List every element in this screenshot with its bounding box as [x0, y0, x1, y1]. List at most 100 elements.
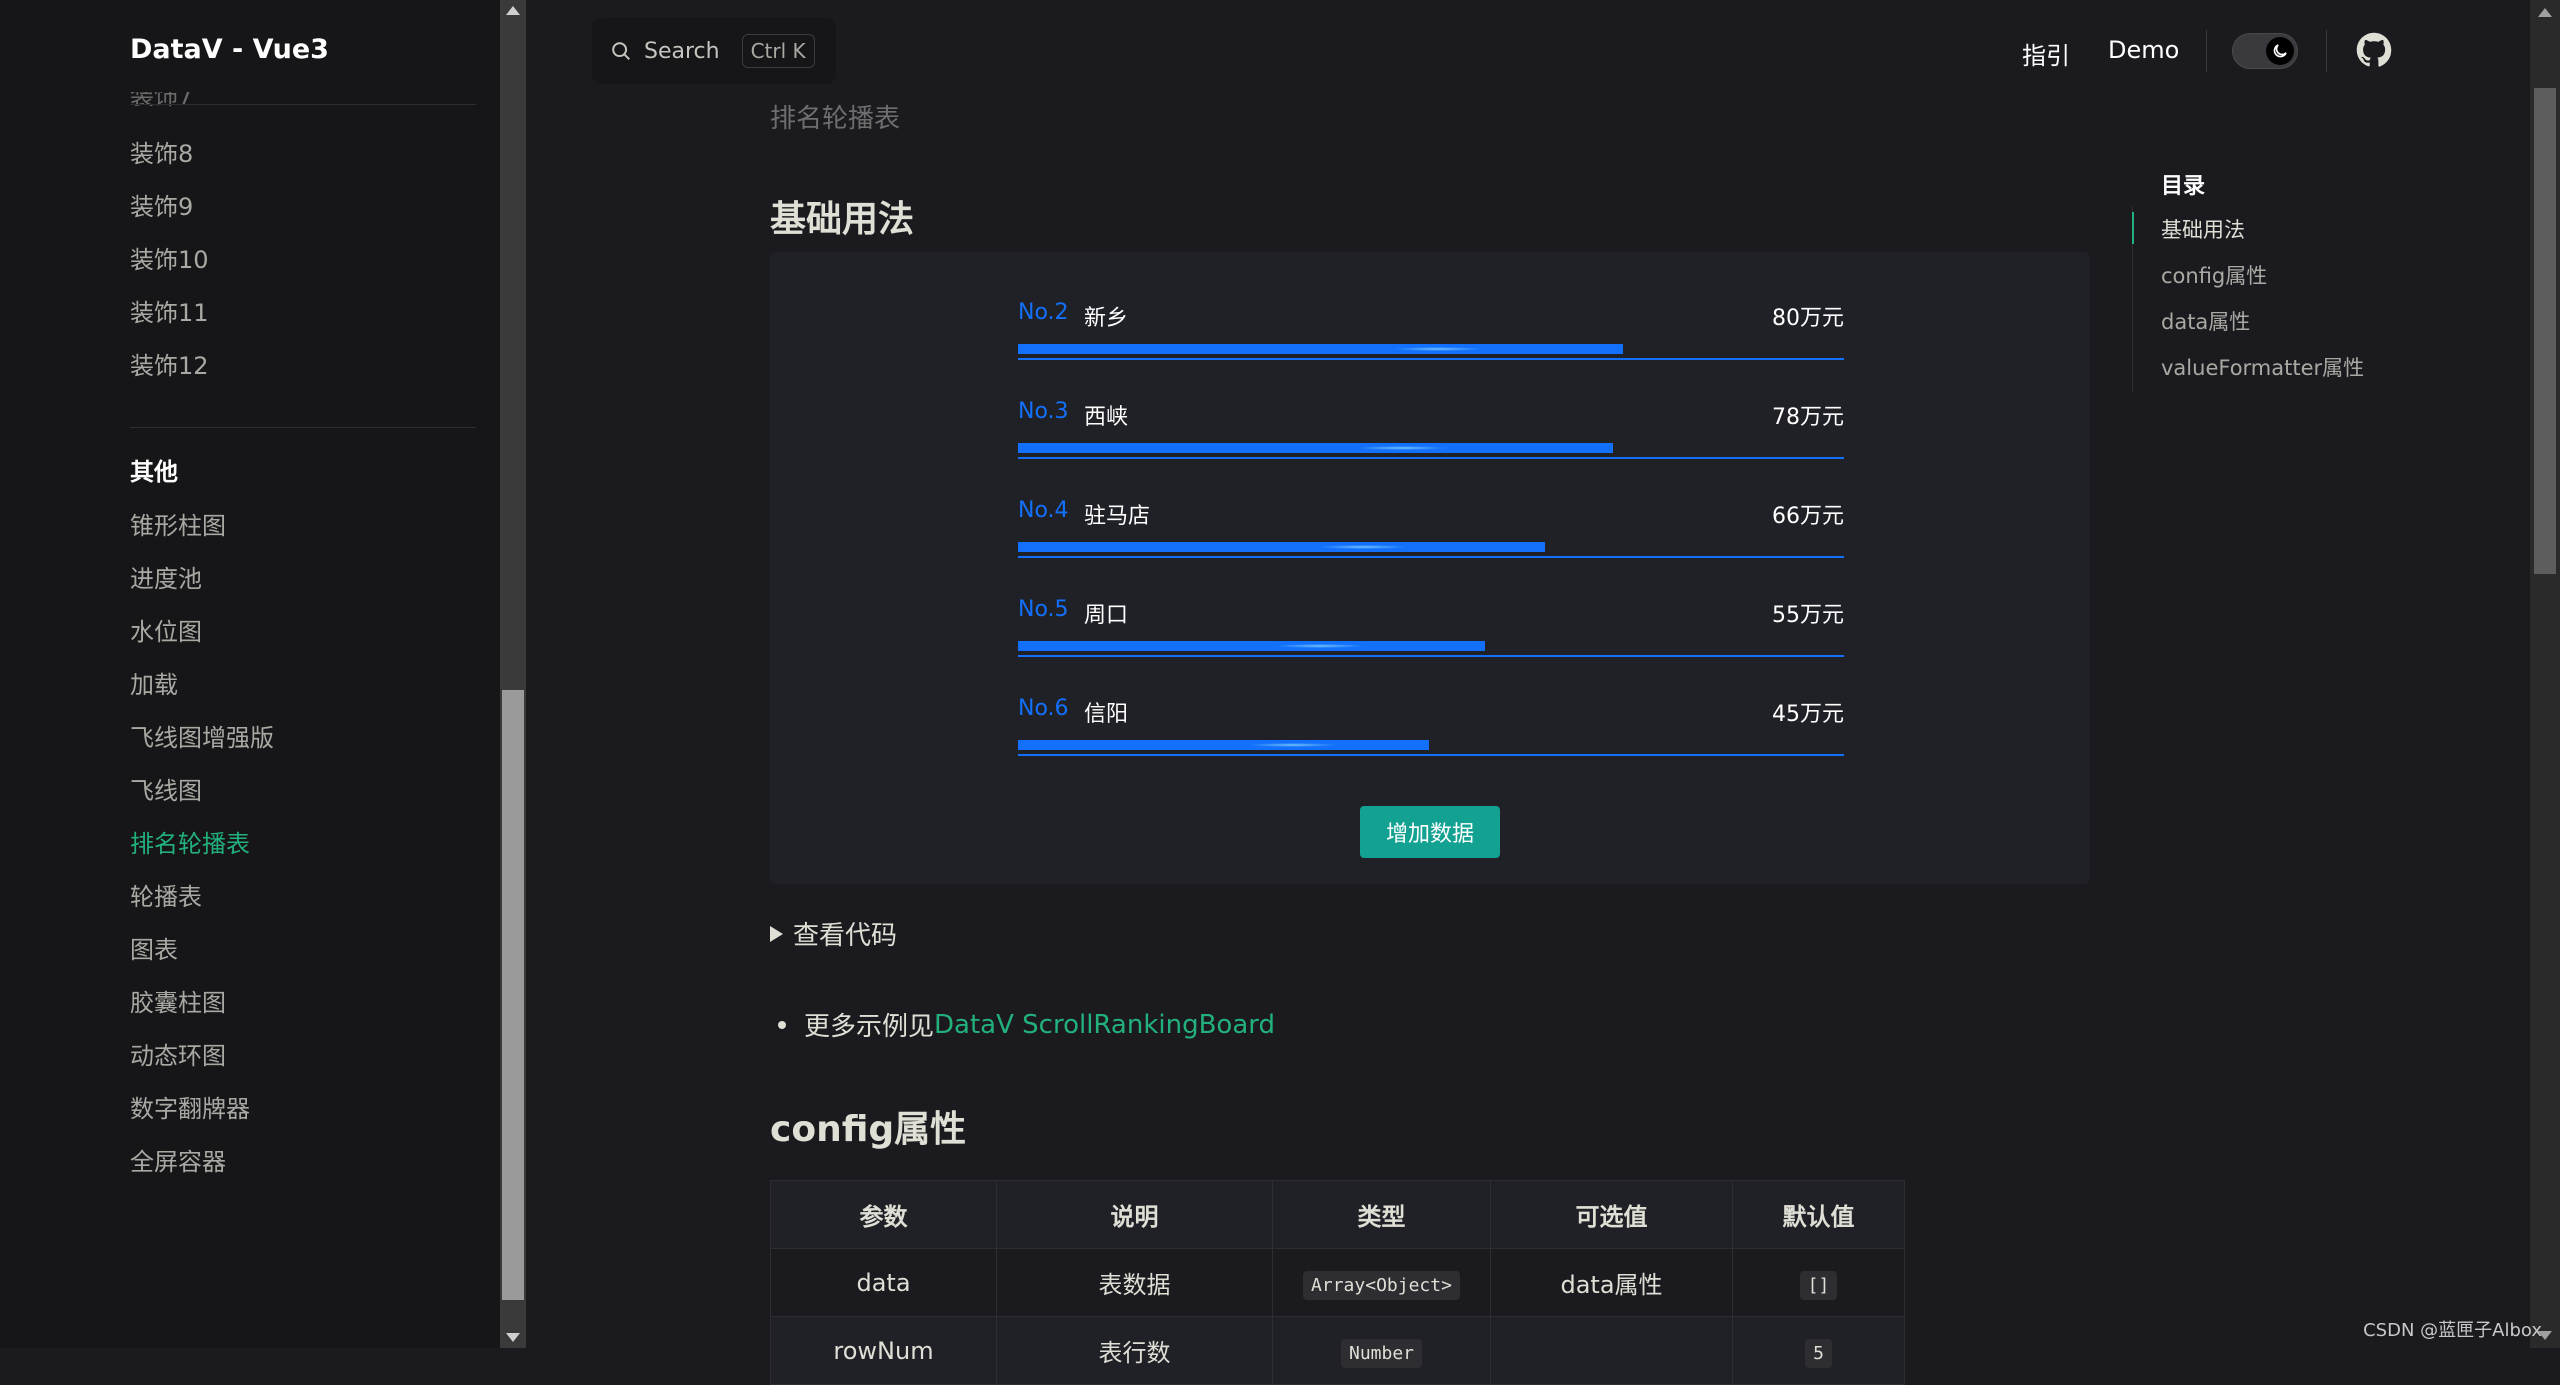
scroll-down-arrow-icon[interactable]: [506, 1333, 520, 1342]
sidebar-item-clipped[interactable]: 装饰7: [130, 76, 193, 111]
section-heading-config: config属性: [770, 1100, 966, 1152]
sidebar: DataV - Vue3 装饰7 装饰8 装饰9 装饰10 装饰11 装饰12 …: [0, 0, 500, 1348]
table-cell: data: [771, 1249, 997, 1317]
sidebar-group-title: 其他: [130, 452, 178, 487]
view-code-label: 查看代码: [793, 915, 897, 952]
view-code-toggle[interactable]: 查看代码: [770, 915, 897, 952]
more-examples-text: 更多示例见: [804, 1006, 934, 1043]
ranking-value: 55万元: [1772, 597, 1844, 629]
type-code: Array<Object>: [1303, 1271, 1460, 1300]
toc-active-marker: [2132, 212, 2134, 244]
more-examples-link[interactable]: DataV ScrollRankingBoard: [934, 1010, 1275, 1040]
table-cell: [1491, 1317, 1733, 1385]
section-heading-basic: 基础用法: [770, 190, 914, 242]
watermark: CSDN @蓝匣子Albox: [2363, 1316, 2542, 1342]
sidebar-item-flyline-enhanced[interactable]: 飞线图增强版: [130, 718, 274, 753]
ranking-name: 西峡: [1084, 399, 1128, 431]
sidebar-item-capsule-chart[interactable]: 胶囊柱图: [130, 983, 226, 1018]
moon-icon: [2271, 42, 2289, 60]
ranking-name: 驻马店: [1084, 498, 1150, 530]
sidebar-item-decoration-11[interactable]: 装饰11: [130, 293, 209, 328]
sidebar-item-decoration-12[interactable]: 装饰12: [130, 346, 209, 381]
nav-divider: [2206, 30, 2207, 72]
sidebar-item-cone-column[interactable]: 锥形柱图: [130, 506, 226, 541]
table-row: data 表数据 Array<Object> data属性 []: [771, 1249, 1905, 1317]
github-icon[interactable]: [2356, 32, 2392, 68]
toc-item-basic[interactable]: 基础用法: [2161, 214, 2245, 244]
toc-item-data[interactable]: data属性: [2161, 306, 2250, 336]
sidebar-item-flyline[interactable]: 飞线图: [130, 771, 202, 806]
table-header-row: 参数 说明 类型 可选值 默认值: [771, 1181, 1905, 1249]
sidebar-scroll-thumb[interactable]: [502, 690, 524, 1300]
theme-toggle[interactable]: [2232, 33, 2298, 69]
demo-block: No.2 新乡 80万元 No.3 西峡 78万元 No.4 驻马店 66万元 …: [770, 252, 2090, 884]
search-icon: [610, 40, 632, 62]
sidebar-group-divider: [130, 427, 476, 428]
page-scrollbar[interactable]: [2530, 0, 2560, 1348]
ranking-bar: [1018, 344, 1623, 354]
ranking-bar: [1018, 542, 1545, 552]
ranking-row: No.3 西峡 78万元: [1018, 399, 1844, 459]
table-header: 说明: [997, 1181, 1273, 1249]
toc-item-config[interactable]: config属性: [2161, 260, 2267, 290]
page-scroll-thumb[interactable]: [2534, 88, 2556, 574]
toc-item-value-formatter[interactable]: valueFormatter属性: [2161, 352, 2364, 382]
ranking-track: [1018, 754, 1844, 756]
table-cell: data属性: [1491, 1249, 1733, 1317]
table-cell: []: [1733, 1249, 1905, 1317]
sidebar-item-decoration-8[interactable]: 装饰8: [130, 134, 193, 169]
ranking-name: 新乡: [1084, 300, 1128, 332]
ranking-row: No.4 驻马店 66万元: [1018, 498, 1844, 558]
ranking-value: 78万元: [1772, 399, 1844, 431]
ranking-no: No.3: [1018, 399, 1069, 424]
table-header: 可选值: [1491, 1181, 1733, 1249]
table-header: 默认值: [1733, 1181, 1905, 1249]
search-button[interactable]: Search Ctrl K: [592, 18, 836, 84]
brand-divider: [130, 104, 476, 105]
add-data-button[interactable]: 增加数据: [1360, 806, 1500, 858]
sidebar-item-water-level[interactable]: 水位图: [130, 612, 202, 647]
sidebar-item-digital-flop[interactable]: 数字翻牌器: [130, 1089, 250, 1124]
ranking-bar: [1018, 740, 1429, 750]
sidebar-item-decoration-9[interactable]: 装饰9: [130, 187, 193, 222]
ranking-value: 66万元: [1772, 498, 1844, 530]
sidebar-item-charts[interactable]: 图表: [130, 930, 178, 965]
ranking-row: No.2 新乡 80万元: [1018, 300, 1844, 360]
ranking-row: No.5 周口 55万元: [1018, 597, 1844, 657]
ranking-value: 80万元: [1772, 300, 1844, 332]
table-header: 类型: [1273, 1181, 1491, 1249]
table-header: 参数: [771, 1181, 997, 1249]
sidebar-item-fullscreen-container[interactable]: 全屏容器: [130, 1142, 226, 1177]
theme-knob: [2266, 37, 2294, 65]
sidebar-item-loading[interactable]: 加载: [130, 665, 178, 700]
table-row: rowNum 表行数 Number 5: [771, 1317, 1905, 1385]
nav-guide-link[interactable]: 指引: [2022, 36, 2070, 71]
search-shortcut-hint: Ctrl K: [742, 34, 815, 68]
table-cell: 5: [1733, 1317, 1905, 1385]
caret-right-icon: [770, 926, 783, 942]
sidebar-scrollbar[interactable]: [500, 0, 526, 1348]
table-cell: 表数据: [997, 1249, 1273, 1317]
sidebar-item-percent-pond[interactable]: 进度池: [130, 559, 202, 594]
sidebar-item-active-ring[interactable]: 动态环图: [130, 1036, 226, 1071]
bullet-icon: [778, 1021, 786, 1029]
sidebar-item-scroll-ranking[interactable]: 排名轮播表: [130, 824, 250, 859]
brand-title[interactable]: DataV - Vue3: [130, 34, 329, 65]
ranking-no: No.6: [1018, 696, 1069, 721]
table-cell: Array<Object>: [1273, 1249, 1491, 1317]
toc-title: 目录: [2161, 168, 2205, 200]
page-scroll-up-icon[interactable]: [2538, 8, 2552, 17]
nav-divider-2: [2326, 30, 2327, 72]
sidebar-item-scroll-board[interactable]: 轮播表: [130, 877, 202, 912]
top-navbar: Search Ctrl K 指引 Demo: [526, 0, 2530, 104]
nav-demo-link[interactable]: Demo: [2108, 36, 2179, 64]
sidebar-item-decoration-10[interactable]: 装饰10: [130, 240, 209, 275]
default-code: []: [1800, 1271, 1838, 1300]
config-table: 参数 说明 类型 可选值 默认值 data 表数据 Array<Object> …: [770, 1180, 1905, 1385]
ranking-value: 45万元: [1772, 696, 1844, 728]
ranking-track: [1018, 655, 1844, 657]
ranking-row: No.6 信阳 45万元: [1018, 696, 1844, 756]
ranking-bar: [1018, 443, 1613, 453]
ranking-track: [1018, 358, 1844, 360]
scroll-up-arrow-icon[interactable]: [506, 6, 520, 15]
